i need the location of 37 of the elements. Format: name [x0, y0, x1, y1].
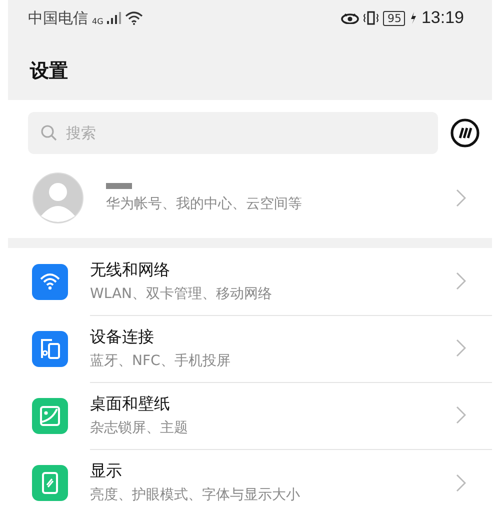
chevron-icon: [456, 272, 466, 290]
devices-icon: [32, 330, 68, 366]
item-subtitle: 杂志锁屏、主题: [90, 418, 189, 436]
search-field[interactable]: 搜索: [28, 112, 438, 154]
settings-item[interactable]: 桌面和壁纸 杂志锁屏、主题: [8, 382, 492, 449]
vibrate-icon: [363, 11, 380, 25]
network-type: 4G: [92, 16, 104, 26]
charging-icon: [409, 11, 418, 25]
item-subtitle: 蓝牙、NFC、手机投屏: [90, 352, 232, 370]
chevron-icon: [456, 474, 466, 492]
eye-icon: [341, 12, 360, 24]
carrier-name: 中国电信: [28, 8, 88, 28]
search-icon: [40, 124, 58, 142]
page-title: 设置: [28, 59, 69, 84]
chevron-icon: [456, 406, 466, 424]
clock-time: 13:19: [421, 8, 464, 28]
settings-item[interactable]: 显示 亮度、护眼模式、字体与显示大小: [8, 449, 492, 510]
phone-icon: [32, 464, 68, 500]
settings-item[interactable]: 无线和网络 WLAN、双卡管理、移动网络: [8, 248, 492, 315]
redacted-name: [106, 183, 132, 189]
picture-frame-icon: [32, 398, 68, 434]
chevron-icon: [456, 189, 466, 207]
item-title: 无线和网络: [90, 260, 171, 280]
item-title: 桌面和壁纸: [90, 394, 171, 414]
item-subtitle: 亮度、护眼模式、字体与显示大小: [90, 486, 301, 504]
wifi-icon: [125, 11, 144, 25]
account-subtitle: 华为帐号、我的中心、云空间等: [106, 195, 303, 213]
avatar-icon: [32, 172, 84, 224]
item-title: 显示: [90, 461, 123, 482]
voice-assistant-icon: [450, 118, 480, 148]
battery-level: 95: [383, 10, 406, 26]
wifi-icon: [32, 264, 68, 300]
chevron-icon: [456, 339, 466, 357]
item-title: 设备连接: [90, 326, 155, 348]
signal-icon: [107, 12, 122, 24]
item-subtitle: WLAN、双卡管理、移动网络: [90, 284, 274, 302]
settings-item[interactable]: 设备连接 蓝牙、NFC、手机投屏: [8, 315, 492, 382]
